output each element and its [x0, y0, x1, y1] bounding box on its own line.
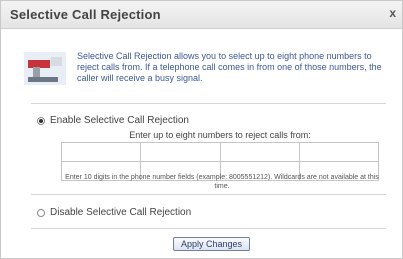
dialog-titlebar: Selective Call Rejection x: [1, 1, 402, 29]
enable-radio-label: Enable Selective Call Rejection: [50, 115, 189, 126]
separator: [31, 228, 386, 229]
selective-call-rejection-dialog: Selective Call Rejection x Selective Cal…: [0, 0, 403, 259]
dialog-title: Selective Call Rejection: [10, 7, 161, 22]
apply-changes-button[interactable]: Apply Changes: [173, 237, 250, 251]
separator: [31, 194, 386, 195]
number-cell: [140, 142, 221, 162]
numbers-instructions: Enter up to eight numbers to reject call…: [129, 130, 311, 140]
number-field-1[interactable]: [62, 147, 141, 160]
separator: [31, 103, 386, 104]
number-field-2[interactable]: [141, 147, 220, 160]
phone-block-icon: [24, 52, 66, 85]
number-cell: [219, 142, 300, 162]
number-field-3[interactable]: [220, 147, 299, 160]
numbers-note: Enter 10 digits in the phone number fiel…: [65, 174, 379, 190]
close-icon[interactable]: x: [389, 6, 396, 20]
number-cell: [298, 142, 380, 162]
enable-radio[interactable]: [37, 117, 45, 125]
disable-radio[interactable]: [37, 209, 45, 217]
intro-description: Selective Call Rejection allows you to s…: [77, 51, 382, 83]
number-field-4[interactable]: [299, 147, 378, 160]
disable-radio-label: Disable Selective Call Rejection: [50, 207, 192, 218]
number-cell: [60, 142, 142, 162]
